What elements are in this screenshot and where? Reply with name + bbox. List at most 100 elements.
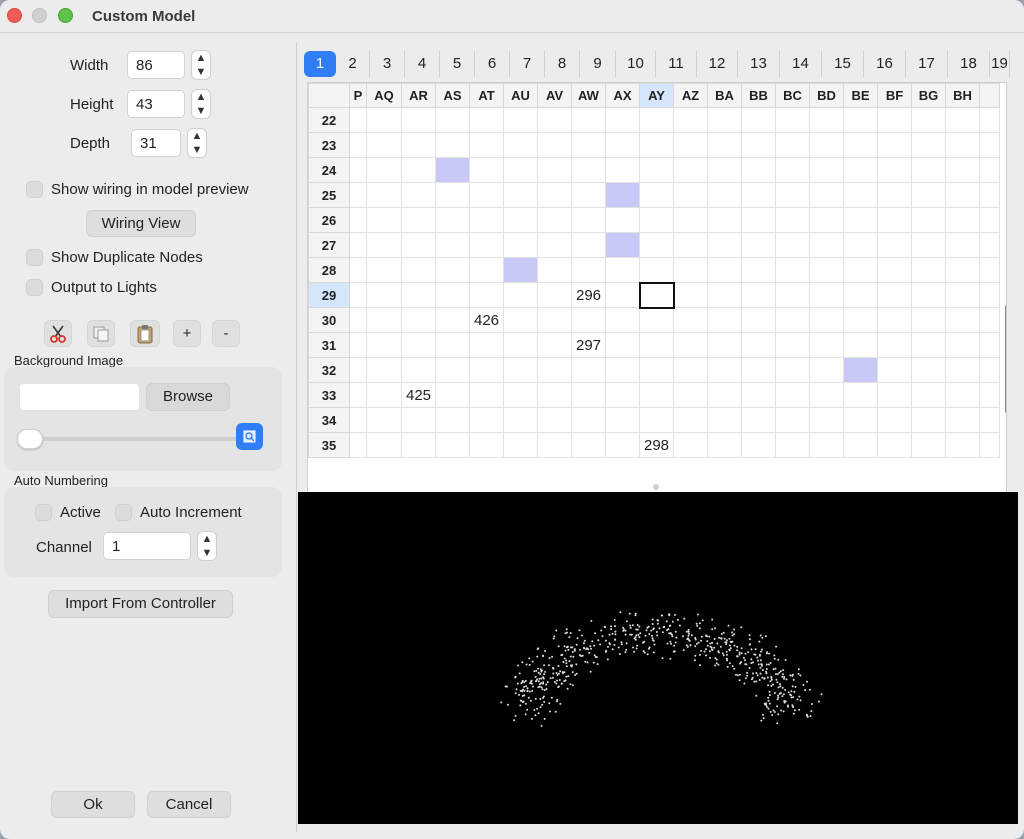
grid-cell[interactable] xyxy=(673,157,708,183)
grid-cell[interactable] xyxy=(877,382,912,408)
tab-layer-18[interactable]: 18 xyxy=(948,51,990,77)
grid-cell[interactable] xyxy=(401,307,436,333)
grid-cell[interactable] xyxy=(469,407,504,433)
grid-cell[interactable] xyxy=(741,157,776,183)
grid-cell[interactable] xyxy=(877,257,912,283)
grid-cell[interactable] xyxy=(775,382,810,408)
chevron-down-icon[interactable]: ▼ xyxy=(192,104,210,118)
chevron-up-icon[interactable]: ▲ xyxy=(192,51,210,65)
grid-cell[interactable] xyxy=(945,407,980,433)
grid-cell[interactable] xyxy=(945,382,980,408)
tab-layer-15[interactable]: 15 xyxy=(822,51,864,77)
active-checkbox[interactable] xyxy=(35,504,52,521)
grid-cell[interactable] xyxy=(503,357,538,383)
grid-cell[interactable] xyxy=(469,182,504,208)
column-header[interactable]: BF xyxy=(877,83,912,108)
grid-cell[interactable] xyxy=(366,432,402,458)
grid-cell[interactable] xyxy=(469,157,504,183)
grid-cell[interactable] xyxy=(979,282,1000,308)
grid-cell[interactable] xyxy=(366,357,402,383)
grid-cell[interactable] xyxy=(979,182,1000,208)
grid-cell[interactable] xyxy=(843,307,878,333)
tab-layer-14[interactable]: 14 xyxy=(780,51,822,77)
grid-cell[interactable]: 425 xyxy=(401,382,436,408)
grid-cell[interactable] xyxy=(401,407,436,433)
grid-cell[interactable] xyxy=(639,232,674,258)
grid-cell[interactable] xyxy=(401,157,436,183)
grid-cell[interactable] xyxy=(979,407,1000,433)
grid-cell[interactable] xyxy=(469,332,504,358)
grid-cell[interactable] xyxy=(843,232,878,258)
tab-layer-13[interactable]: 13 xyxy=(738,51,780,77)
grid-cell[interactable] xyxy=(469,382,504,408)
grid-cell[interactable] xyxy=(401,132,436,158)
row-header[interactable]: 30 xyxy=(308,307,350,333)
grid-cell[interactable] xyxy=(979,207,1000,233)
grid-cell[interactable] xyxy=(469,232,504,258)
column-header[interactable]: BE xyxy=(843,83,878,108)
grid-cell[interactable] xyxy=(775,207,810,233)
grid-cell[interactable] xyxy=(945,257,980,283)
grid-cell[interactable] xyxy=(707,182,742,208)
grid-cell[interactable] xyxy=(945,232,980,258)
grid-cell[interactable] xyxy=(775,232,810,258)
add-button[interactable]: + xyxy=(173,320,201,347)
grid-cell[interactable] xyxy=(911,332,946,358)
grid-cell[interactable] xyxy=(673,232,708,258)
grid-cell[interactable] xyxy=(435,132,470,158)
image-preview-button[interactable] xyxy=(236,423,263,450)
grid-cell[interactable]: 296 xyxy=(571,282,606,308)
background-image-path-field[interactable] xyxy=(19,383,140,411)
grid-cell[interactable] xyxy=(349,307,367,333)
column-header[interactable]: BH xyxy=(945,83,980,108)
cancel-button[interactable]: Cancel xyxy=(147,791,231,818)
row-header[interactable]: 35 xyxy=(308,432,350,458)
grid-cell[interactable] xyxy=(979,157,1000,183)
column-header[interactable]: AZ xyxy=(673,83,708,108)
grid-cell[interactable] xyxy=(605,157,640,183)
grid-cell[interactable] xyxy=(639,107,674,133)
grid-cell[interactable] xyxy=(911,182,946,208)
grid-cell[interactable] xyxy=(537,207,572,233)
grid-cell[interactable] xyxy=(401,432,436,458)
grid-cell[interactable] xyxy=(571,307,606,333)
grid-cell[interactable] xyxy=(673,357,708,383)
grid-cell[interactable] xyxy=(945,432,980,458)
grid-cell[interactable] xyxy=(707,282,742,308)
grid-cell[interactable] xyxy=(945,157,980,183)
grid-cell[interactable] xyxy=(911,107,946,133)
grid-cell[interactable] xyxy=(979,232,1000,258)
column-header[interactable]: AQ xyxy=(366,83,402,108)
grid-cell[interactable] xyxy=(349,182,367,208)
tab-layer-9[interactable]: 9 xyxy=(580,51,616,77)
grid-cell[interactable] xyxy=(571,157,606,183)
column-header[interactable]: BB xyxy=(741,83,776,108)
grid-cell[interactable] xyxy=(571,132,606,158)
grid-cell[interactable] xyxy=(775,307,810,333)
column-header[interactable]: BC xyxy=(775,83,810,108)
remove-button[interactable]: - xyxy=(212,320,240,347)
grid-cell[interactable] xyxy=(537,357,572,383)
grid-cell[interactable] xyxy=(673,407,708,433)
tab-layer-12[interactable]: 12 xyxy=(697,51,738,77)
height-stepper[interactable]: ▲ ▼ xyxy=(191,89,211,119)
grid-cell[interactable] xyxy=(349,282,367,308)
grid-cell[interactable] xyxy=(469,282,504,308)
grid-cell[interactable] xyxy=(707,357,742,383)
grid-cell[interactable] xyxy=(469,357,504,383)
grid-cell[interactable] xyxy=(366,382,402,408)
grid-cell[interactable] xyxy=(639,357,674,383)
grid-cell[interactable] xyxy=(673,207,708,233)
chevron-up-icon[interactable]: ▲ xyxy=(188,129,206,143)
grid-cell[interactable] xyxy=(877,332,912,358)
grid-cell[interactable] xyxy=(537,232,572,258)
column-header[interactable]: AV xyxy=(537,83,572,108)
height-field[interactable]: 43 xyxy=(127,90,185,118)
grid-cell[interactable] xyxy=(605,182,640,208)
grid-cell[interactable] xyxy=(741,282,776,308)
grid-cell[interactable] xyxy=(911,307,946,333)
grid-cell[interactable]: 297 xyxy=(571,332,606,358)
grid-cell[interactable] xyxy=(707,232,742,258)
grid-cell[interactable] xyxy=(775,357,810,383)
grid-cell[interactable] xyxy=(605,282,640,308)
